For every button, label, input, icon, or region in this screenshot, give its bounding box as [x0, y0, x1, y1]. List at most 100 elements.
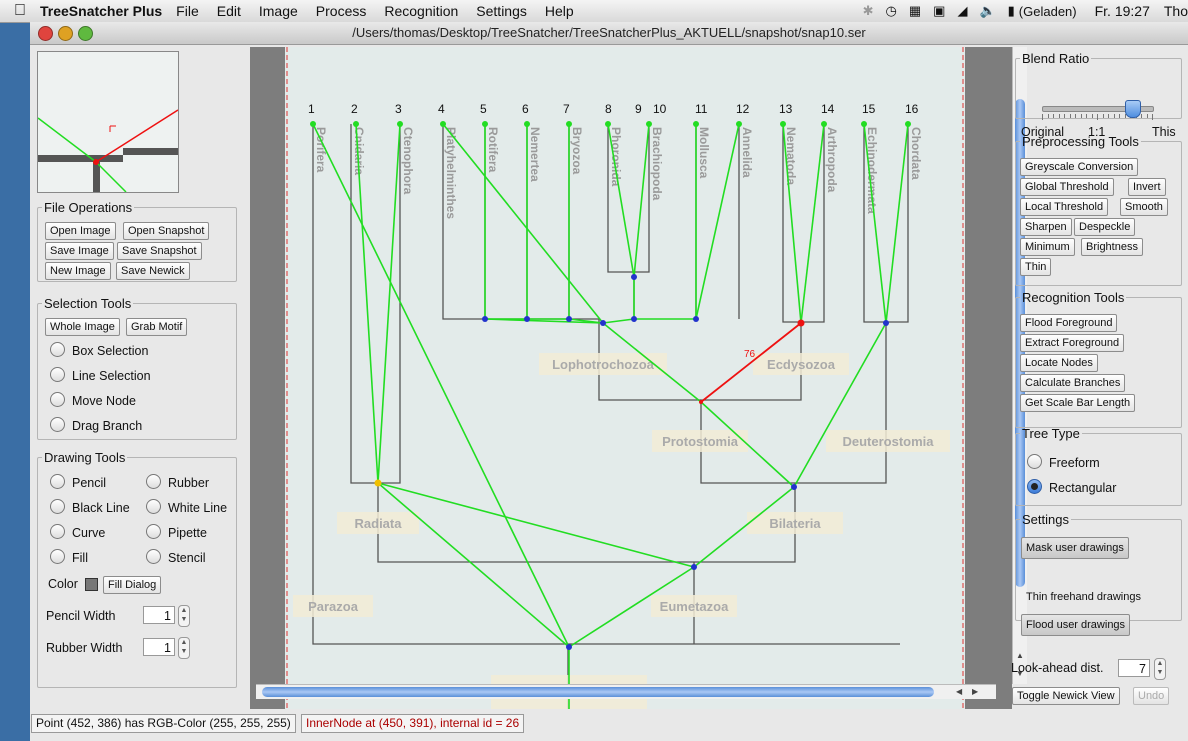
despeckle-button[interactable]: Despeckle	[1074, 218, 1136, 236]
menu-edit[interactable]: Edit	[217, 3, 241, 19]
menu-recognition[interactable]: Recognition	[384, 3, 458, 19]
rubber-width-stepper[interactable]: ▲ ▼	[178, 637, 190, 659]
thin-freehand-drawings-toggle[interactable]: Thin freehand drawings	[1026, 591, 1141, 603]
leaf-node[interactable]	[566, 121, 572, 127]
image-canvas[interactable]: Porifera Cnidaria Ctenophora Platyhelminthe…	[250, 47, 1012, 713]
radio-circle[interactable]	[50, 549, 65, 564]
user-menu[interactable]: Tho	[1164, 3, 1188, 19]
leaf-node[interactable]	[397, 121, 403, 127]
thin-button[interactable]: Thin	[1020, 258, 1052, 276]
curve-radio[interactable]: Curve	[50, 524, 105, 540]
selected-node[interactable]	[797, 319, 805, 327]
radio-circle[interactable]	[146, 499, 161, 514]
radio-circle[interactable]	[50, 367, 65, 382]
leaf-node[interactable]	[821, 121, 827, 127]
line-selection-radio[interactable]: Line Selection	[50, 367, 151, 383]
horizontal-scroll-thumb[interactable]	[262, 687, 934, 697]
leaf-node[interactable]	[780, 121, 786, 127]
pencil-width-stepper[interactable]: ▲ ▼	[178, 605, 190, 627]
locate-nodes-button[interactable]: Locate Nodes	[1020, 354, 1098, 372]
menubar-clock[interactable]: Fr. 19:27	[1095, 3, 1150, 19]
global-threshold-button[interactable]: Global Threshold	[1020, 178, 1114, 196]
greyscale-conversion-button[interactable]: Greyscale Conversion	[1020, 158, 1139, 176]
leaf-node[interactable]	[605, 121, 611, 127]
highlighted-node[interactable]	[374, 479, 382, 487]
leaf-node[interactable]	[440, 121, 446, 127]
mask-user-drawings-toggle[interactable]: Mask user drawings	[1021, 537, 1129, 559]
inner-node[interactable]	[566, 644, 572, 650]
time-machine-icon[interactable]: ◷	[886, 3, 897, 19]
menu-image[interactable]: Image	[259, 3, 298, 19]
menu-process[interactable]: Process	[316, 3, 367, 19]
spaces-icon[interactable]: ▦	[909, 3, 921, 19]
overview-thumbnail[interactable]	[37, 51, 179, 193]
calculate-branches-button[interactable]: Calculate Branches	[1020, 374, 1126, 392]
leaf-node[interactable]	[646, 121, 652, 127]
radio-circle[interactable]	[50, 499, 65, 514]
inner-node[interactable]	[482, 316, 488, 322]
radio-circle[interactable]	[146, 549, 161, 564]
leaf-node[interactable]	[693, 121, 699, 127]
grab-motif-button[interactable]: Grab Motif	[126, 318, 188, 336]
wifi-icon[interactable]: ◢	[957, 3, 967, 19]
black-line-radio[interactable]: Black Line	[50, 499, 130, 515]
color-swatch[interactable]	[85, 578, 98, 591]
inner-node[interactable]	[524, 316, 530, 322]
radio-circle[interactable]	[146, 524, 161, 539]
horizontal-scrollbar[interactable]: ◀ ▶	[256, 684, 996, 699]
title-bar[interactable]: /Users/thomas/Desktop/TreeSnatcher/TreeS…	[30, 22, 1188, 45]
radio-circle[interactable]	[146, 474, 161, 489]
app-name-menu[interactable]: TreeSnatcher Plus	[40, 3, 162, 19]
inner-node[interactable]	[691, 564, 697, 570]
rubber-radio[interactable]: Rubber	[146, 474, 209, 490]
inner-node[interactable]	[631, 274, 637, 280]
battery-status[interactable]: (Geladen)	[1019, 4, 1077, 19]
open-image-button[interactable]: Open Image	[45, 222, 116, 240]
inner-node[interactable]	[791, 484, 797, 490]
leaf-node[interactable]	[905, 121, 911, 127]
leaf-node[interactable]	[482, 121, 488, 127]
menu-settings[interactable]: Settings	[476, 3, 527, 19]
menu-help[interactable]: Help	[545, 3, 574, 19]
minimum-button[interactable]: Minimum	[1020, 238, 1075, 256]
inner-node[interactable]	[566, 316, 572, 322]
save-snapshot-button[interactable]: Save Snapshot	[117, 242, 202, 260]
radio-circle-selected[interactable]	[1027, 479, 1042, 494]
freeform-radio[interactable]: Freeform	[1027, 454, 1100, 470]
radio-circle[interactable]	[50, 417, 65, 432]
drag-branch-radio[interactable]: Drag Branch	[50, 417, 142, 433]
blend-ratio-slider-knob[interactable]	[1125, 100, 1142, 118]
active-inner-node[interactable]	[699, 400, 703, 404]
scroll-right-arrow[interactable]: ▶	[972, 687, 978, 696]
box-selection-radio[interactable]: Box Selection	[50, 342, 148, 358]
toggle-newick-view-button[interactable]: Toggle Newick View	[1012, 687, 1120, 705]
radio-circle[interactable]	[1027, 454, 1042, 469]
menu-file[interactable]: File	[176, 3, 199, 19]
scroll-left-arrow[interactable]: ◀	[956, 687, 962, 696]
brightness-button[interactable]: Brightness	[1081, 238, 1143, 256]
lookahead-input[interactable]: 7	[1118, 659, 1150, 677]
whole-image-button[interactable]: Whole Image	[45, 318, 120, 336]
tree-canvas-svg[interactable]: Porifera Cnidaria Ctenophora Platyhelminthe…	[250, 47, 1012, 713]
rectangular-radio[interactable]: Rectangular	[1027, 479, 1116, 495]
flood-user-drawings-toggle[interactable]: Flood user drawings	[1021, 614, 1131, 636]
undo-button[interactable]: Undo	[1133, 687, 1170, 705]
get-scale-bar-length-button[interactable]: Get Scale Bar Length	[1020, 394, 1136, 412]
stencil-radio[interactable]: Stencil	[146, 549, 206, 565]
white-line-radio[interactable]: White Line	[146, 499, 227, 515]
rubber-width-input[interactable]: 1	[143, 638, 175, 656]
new-image-button[interactable]: New Image	[45, 262, 111, 280]
apple-icon[interactable]: 	[0, 2, 40, 20]
lookahead-stepper[interactable]: ▲ ▼	[1154, 658, 1166, 680]
inner-node[interactable]	[693, 316, 699, 322]
move-node-radio[interactable]: Move Node	[50, 392, 136, 408]
bluetooth-icon[interactable]: ✱	[863, 3, 874, 19]
radio-circle[interactable]	[50, 342, 65, 357]
pencil-width-input[interactable]: 1	[143, 606, 175, 624]
flood-foreground-button[interactable]: Flood Foreground	[1020, 314, 1118, 332]
fill-radio[interactable]: Fill	[50, 549, 88, 565]
volume-icon[interactable]: 🔈	[979, 3, 995, 19]
inner-node[interactable]	[883, 320, 889, 326]
fill-dialog-button[interactable]: Fill Dialog	[103, 576, 162, 594]
save-image-button[interactable]: Save Image	[45, 242, 114, 260]
